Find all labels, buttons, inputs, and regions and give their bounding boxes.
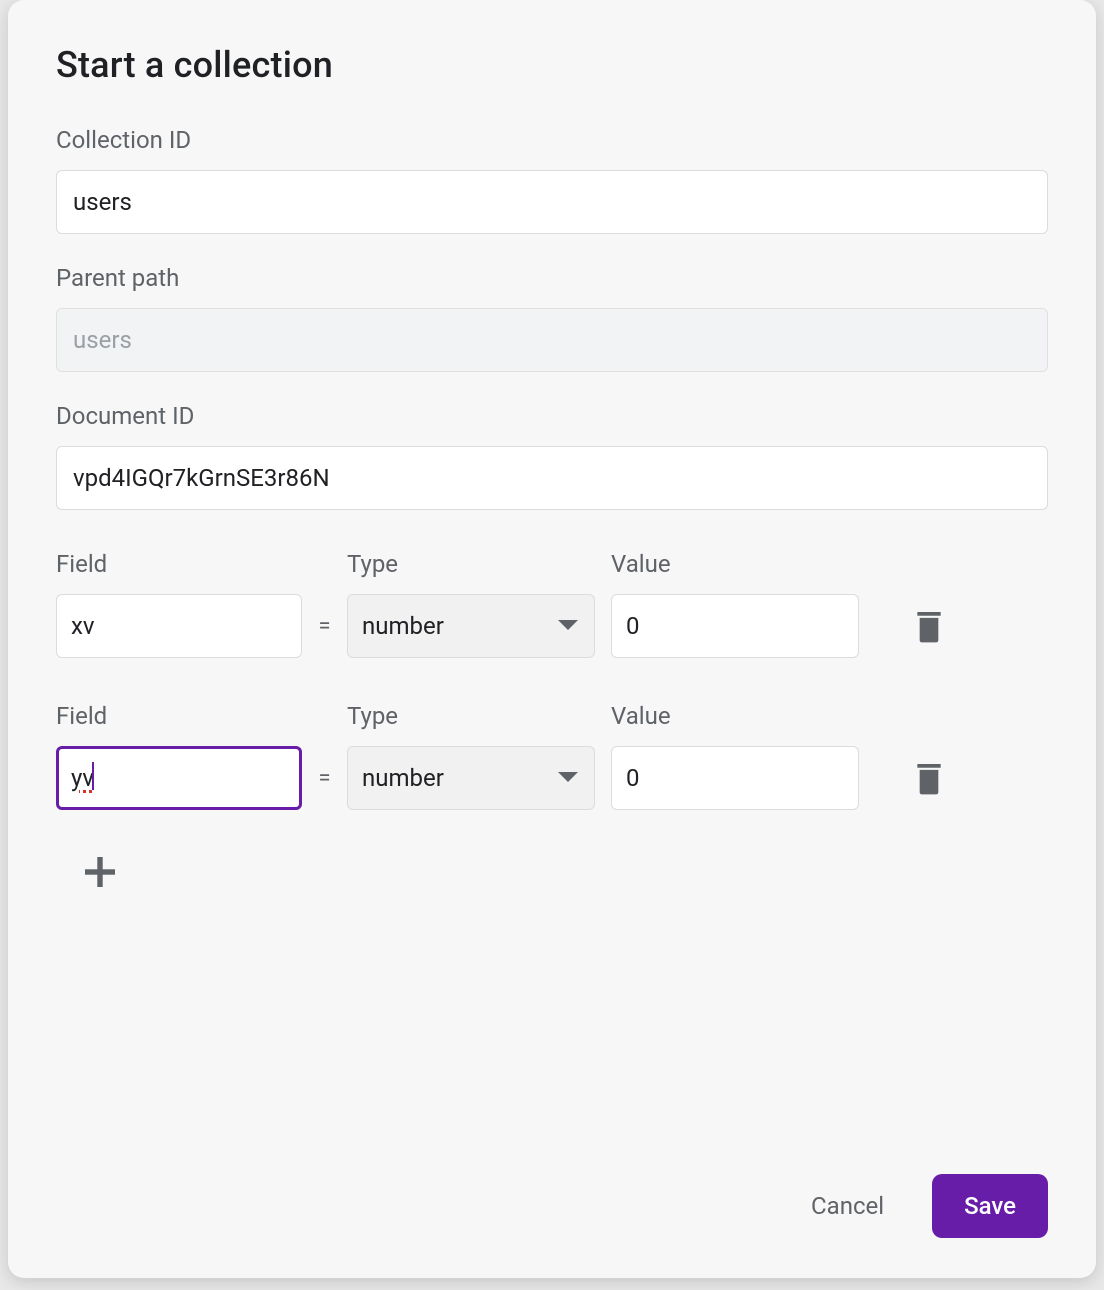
field-row: = number — [56, 594, 1048, 658]
start-collection-dialog: Start a collection Collection ID Parent … — [8, 0, 1096, 1278]
field-name-input[interactable] — [56, 594, 302, 658]
save-button[interactable]: Save — [932, 1174, 1048, 1238]
trash-icon[interactable] — [915, 761, 943, 795]
document-id-input[interactable] — [56, 446, 1048, 510]
field-row-labels: Field Type Value — [56, 702, 1048, 730]
trash-icon[interactable] — [915, 609, 943, 643]
field-row-labels: Field Type Value — [56, 550, 1048, 578]
parent-path-label: Parent path — [56, 264, 1048, 292]
cancel-button[interactable]: Cancel — [803, 1180, 892, 1232]
add-field-row — [56, 854, 1048, 894]
field-value-input[interactable] — [611, 594, 859, 658]
collection-id-input[interactable] — [56, 170, 1048, 234]
equals-sign: = — [302, 766, 347, 791]
fields-container: Field Type Value = number Fiel — [56, 550, 1048, 894]
collection-id-section: Collection ID — [56, 126, 1048, 234]
document-id-section: Document ID — [56, 402, 1048, 510]
text-cursor — [92, 762, 94, 790]
document-id-label: Document ID — [56, 402, 1048, 430]
field-type-select[interactable]: number — [347, 594, 595, 658]
field-type-select[interactable]: number — [347, 746, 595, 810]
parent-path-section: Parent path — [56, 264, 1048, 372]
type-column-header: Type — [347, 702, 595, 730]
field-row: yv = number — [56, 746, 1048, 810]
caret-down-icon — [558, 620, 578, 630]
parent-path-input — [56, 308, 1048, 372]
plus-icon[interactable] — [82, 854, 118, 890]
dialog-title: Start a collection — [56, 44, 1048, 86]
equals-sign: = — [302, 614, 347, 639]
value-column-header: Value — [611, 550, 859, 578]
field-column-header: Field — [56, 702, 302, 730]
field-column-header: Field — [56, 550, 302, 578]
field-type-value: number — [362, 764, 444, 792]
dialog-footer: Cancel Save — [56, 1144, 1048, 1238]
field-name-input[interactable]: yv — [56, 746, 302, 810]
type-column-header: Type — [347, 550, 595, 578]
value-column-header: Value — [611, 702, 859, 730]
field-value-input[interactable] — [611, 746, 859, 810]
caret-down-icon — [558, 772, 578, 782]
collection-id-label: Collection ID — [56, 126, 1048, 154]
field-type-value: number — [362, 612, 444, 640]
